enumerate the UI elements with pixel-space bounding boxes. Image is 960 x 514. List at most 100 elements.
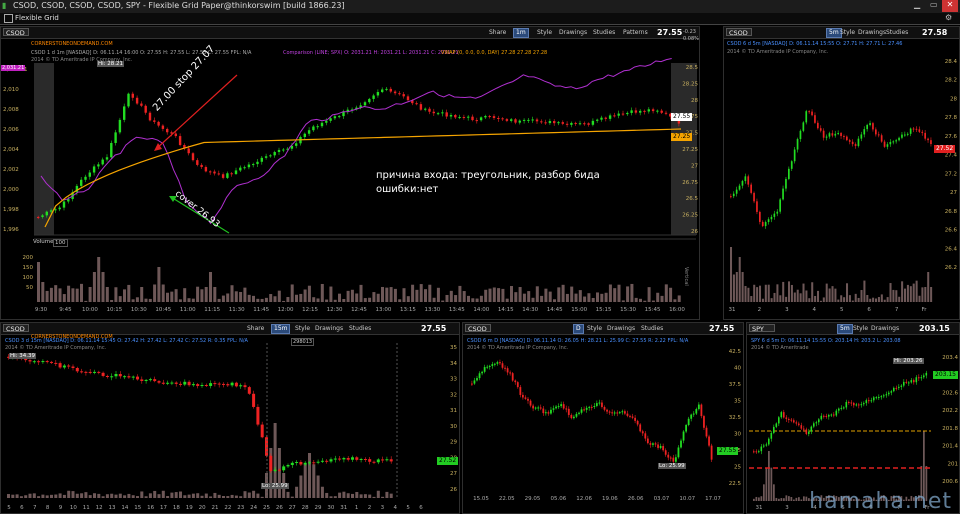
candle: [483, 367, 486, 372]
candle: [256, 161, 259, 165]
app-icon: ▮: [2, 1, 7, 10]
bottom-left-chart-panel: CSOD Share 15m Style Drawings Studies 27…: [0, 322, 460, 514]
candle: [338, 116, 341, 118]
low-label: Lo: 25.99: [261, 483, 289, 489]
price-candles: [730, 109, 932, 229]
time-axis-label: 10:00: [82, 307, 98, 313]
volume-bar: [161, 490, 165, 498]
candle: [753, 192, 755, 202]
volume-bar: [84, 492, 88, 498]
candle: [191, 384, 195, 386]
volume-bar: [548, 291, 552, 302]
volume-bar: [755, 496, 758, 501]
volume-axis-label: 150: [23, 265, 34, 271]
price-tag: 27.55: [717, 447, 739, 455]
settings-icon[interactable]: ⚙: [945, 13, 952, 22]
candle: [918, 377, 920, 379]
candle: [550, 409, 552, 414]
volume-bar: [264, 297, 268, 302]
candle: [685, 424, 687, 432]
candle: [510, 119, 513, 121]
high-label: Hi: 34.39: [9, 353, 37, 359]
candle: [732, 193, 735, 197]
candle: [828, 133, 831, 137]
time-axis-label: 10:30: [131, 307, 147, 313]
br-chart-svg: 203.4203202.6202.2201.8201.4201200.6 313…: [749, 355, 958, 511]
time-axis-label: 9: [59, 505, 63, 511]
candle: [764, 222, 767, 227]
volume-bar: [846, 283, 849, 302]
candle: [817, 122, 819, 129]
candle: [372, 461, 376, 463]
tab-flexible-grid[interactable]: Flexible Grid: [15, 14, 59, 22]
candle: [880, 396, 883, 398]
volume-bar: [840, 295, 843, 302]
candle: [798, 423, 800, 426]
candle: [84, 371, 88, 373]
candle: [166, 382, 170, 384]
candle: [179, 383, 182, 385]
right-axis-label: 28.5: [686, 65, 699, 71]
candle: [308, 462, 311, 464]
right-axis-label: 200.6: [942, 479, 958, 485]
candle: [790, 161, 793, 169]
candle: [761, 221, 764, 227]
candle: [815, 422, 818, 424]
candle: [548, 121, 552, 124]
right-axis-label: 26.6: [945, 228, 958, 234]
candle: [853, 402, 855, 406]
candle: [329, 118, 332, 121]
time-axis-label: 22.05: [499, 496, 515, 502]
right-axis-label: 26.5: [686, 196, 699, 202]
candle: [499, 362, 501, 364]
candle: [140, 379, 144, 381]
volume-bar: [651, 300, 655, 302]
candle: [488, 365, 491, 367]
candle: [697, 404, 700, 410]
candle: [857, 138, 860, 146]
minimize-button[interactable]: ▁: [914, 0, 920, 9]
volume-bar: [875, 298, 878, 302]
candle: [101, 372, 105, 376]
candle: [41, 361, 45, 363]
candle: [580, 409, 583, 413]
volume-bar: [656, 292, 660, 302]
volume-bar: [822, 297, 825, 302]
candle: [303, 462, 307, 465]
right-axis-label: 28.25: [682, 81, 698, 87]
time-axis-label: 15: [134, 505, 141, 511]
volume-bar: [798, 497, 800, 501]
candle: [595, 403, 598, 406]
candle: [747, 176, 750, 185]
volume-bar: [449, 290, 453, 302]
maximize-button[interactable]: ▭: [930, 0, 938, 9]
volume-bar: [802, 283, 805, 302]
candle: [811, 111, 813, 116]
volume-bar: [747, 287, 750, 302]
volume-axis-label: 200: [23, 255, 34, 261]
left-axis-label: 1,998: [3, 207, 19, 213]
candle: [596, 119, 599, 121]
candle: [883, 395, 885, 397]
candle: [527, 119, 530, 121]
right-axis-label: 30: [734, 432, 741, 438]
candle: [560, 404, 563, 407]
candle: [825, 415, 828, 417]
volume-bar: [770, 298, 773, 302]
volume-bar: [912, 283, 915, 302]
price-tag: 27.52: [934, 145, 956, 153]
volume-bar: [204, 287, 208, 302]
candle: [890, 391, 893, 393]
volume-bar: [45, 290, 49, 302]
candle: [603, 406, 606, 410]
candle: [735, 189, 738, 194]
volume-bar: [355, 293, 359, 302]
candle: [779, 199, 781, 212]
close-button[interactable]: ✕: [942, 0, 958, 12]
candle: [118, 374, 122, 377]
candle: [518, 120, 521, 123]
volume-bar: [209, 272, 213, 302]
candle: [659, 445, 662, 448]
candle: [114, 374, 118, 377]
time-axis-label: 11:15: [204, 307, 220, 313]
